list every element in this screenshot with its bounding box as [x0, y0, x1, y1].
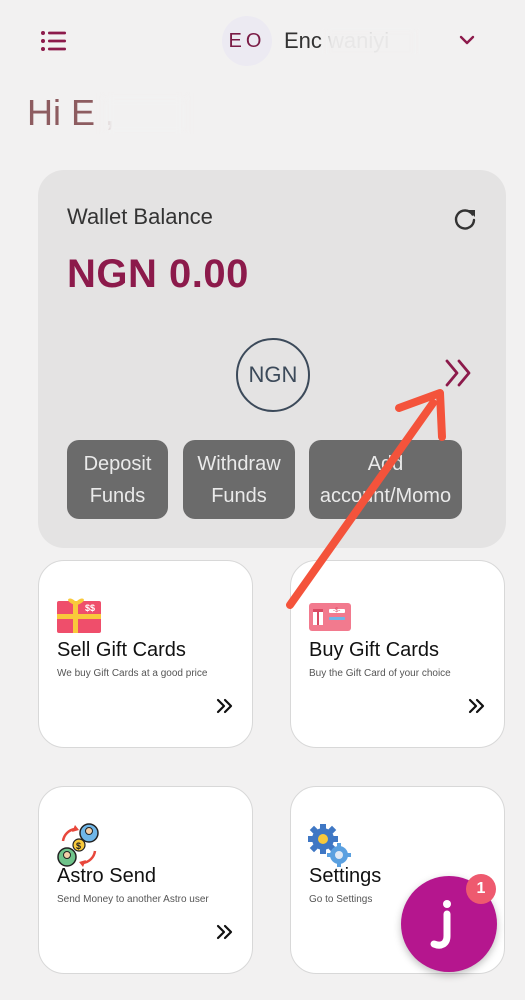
- double-chevron-right-icon: [468, 698, 486, 714]
- tile-title: Buy Gift Cards: [309, 639, 440, 661]
- wallet-balance: NGN 0.00: [67, 252, 249, 296]
- wallet-card: Wallet Balance NGN 0.00 NGN Deposit Fund…: [38, 170, 506, 548]
- currency-selector[interactable]: NGN: [236, 338, 310, 412]
- deposit-funds-button[interactable]: Deposit Funds: [67, 440, 168, 519]
- astro-send-tile[interactable]: $ Astro Send Send Money to another Astro…: [38, 786, 253, 974]
- hamburger-menu-icon[interactable]: [40, 28, 68, 54]
- tile-title: Settings: [309, 865, 382, 887]
- notification-badge: 1: [466, 874, 496, 904]
- user-avatar[interactable]: EO: [222, 16, 272, 66]
- greeting-text: Hi E ,: [27, 92, 116, 133]
- tile-title: Sell Gift Cards: [57, 639, 186, 661]
- sell-gift-cards-tile[interactable]: $$ Sell Gift Cards We buy Gift Cards at …: [38, 560, 253, 748]
- greeting-heading: Hi E ,: [27, 92, 227, 134]
- redaction-blur: [105, 96, 185, 134]
- money-transfer-icon: $: [55, 823, 103, 869]
- currency-code: NGN: [248, 362, 298, 387]
- username[interactable]: Enc waniyi: [284, 28, 454, 54]
- withdraw-funds-button[interactable]: Withdraw Funds: [183, 440, 295, 519]
- add-account-momo-button[interactable]: Add account/Momo: [309, 440, 462, 519]
- tile-subtitle: Buy the Gift Card of your choice: [309, 668, 451, 679]
- double-chevron-right-icon: [216, 924, 234, 940]
- gears-icon: [307, 823, 355, 869]
- svg-text:$: $: [76, 841, 81, 851]
- withdraw-funds-label: Withdraw Funds: [197, 452, 281, 507]
- chevron-down-icon[interactable]: [458, 33, 476, 47]
- double-chevron-right-icon: [216, 698, 234, 714]
- tile-subtitle: Go to Settings: [309, 894, 373, 905]
- badge-count: 1: [476, 880, 486, 897]
- redaction-blur: [326, 28, 416, 54]
- gift-card-buy-icon: -$-: [307, 597, 355, 643]
- deposit-funds-label: Deposit Funds: [83, 452, 152, 507]
- gift-card-sell-icon: $$: [55, 597, 103, 643]
- add-account-momo-label: Add account/Momo: [319, 452, 452, 507]
- tile-subtitle: Send Money to another Astro user: [57, 894, 209, 905]
- svg-text:-$-: -$-: [333, 608, 340, 614]
- svg-text:$$: $$: [85, 603, 95, 613]
- tile-title: Astro Send: [57, 865, 156, 887]
- buy-gift-cards-tile[interactable]: -$- Buy Gift Cards Buy the Gift Card of …: [290, 560, 505, 748]
- refresh-icon[interactable]: [452, 206, 478, 232]
- avatar-initials: EO: [228, 29, 266, 52]
- top-bar: EO Enc waniyi: [0, 0, 525, 80]
- double-chevron-right-icon[interactable]: [442, 356, 476, 390]
- tile-subtitle: We buy Gift Cards at a good price: [57, 668, 208, 679]
- wallet-title: Wallet Balance: [67, 204, 213, 229]
